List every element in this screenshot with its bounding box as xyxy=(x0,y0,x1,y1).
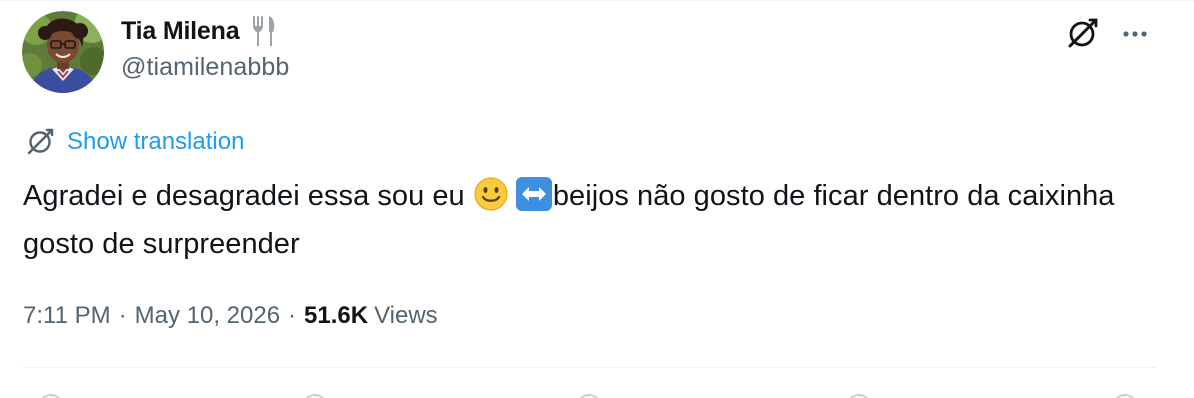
avatar[interactable] xyxy=(22,11,104,93)
tweet-meta: 7:11 PM · May 10, 2026 · 51.6K Views xyxy=(23,298,438,334)
tweet-text: Agradei e desagradei essa sou eu beijos … xyxy=(23,172,1163,268)
tweet-text-part-1: Agradei e desagradei essa sou eu xyxy=(23,180,473,212)
divider xyxy=(23,367,1156,368)
top-divider xyxy=(0,0,1194,1)
meta-separator: · xyxy=(288,302,297,329)
repost-icon[interactable] xyxy=(302,394,328,398)
left-right-arrow-icon xyxy=(515,176,553,212)
meta-separator: · xyxy=(118,302,127,329)
action-bar xyxy=(0,386,1194,398)
avatar-image xyxy=(22,11,104,93)
tweet-detail: Tia Milena @tiamilenabbb Show translatio… xyxy=(0,0,1194,398)
slightly-smiling-face-icon xyxy=(473,176,509,212)
display-name[interactable]: Tia Milena xyxy=(121,17,240,46)
more-horizontal-icon xyxy=(1123,31,1147,37)
translation-icon xyxy=(27,128,54,155)
tweet-date[interactable]: May 10, 2026 xyxy=(135,302,280,330)
show-translation-label[interactable]: Show translation xyxy=(67,128,244,156)
more-options-button[interactable] xyxy=(1115,14,1155,54)
reply-icon[interactable] xyxy=(38,394,64,398)
views-count[interactable]: 51.6K xyxy=(304,302,368,330)
tweet-time[interactable]: 7:11 PM xyxy=(23,302,111,330)
grok-button[interactable] xyxy=(1062,14,1102,54)
bookmark-icon[interactable] xyxy=(846,394,872,398)
fork-and-knife-icon xyxy=(253,16,275,46)
like-icon[interactable] xyxy=(576,394,602,398)
author-name-row[interactable]: Tia Milena xyxy=(121,13,277,49)
grok-icon xyxy=(1068,18,1098,48)
views-label[interactable]: Views xyxy=(374,302,438,330)
author-handle[interactable]: @tiamilenabbb xyxy=(121,53,289,82)
show-translation-button[interactable]: Show translation xyxy=(24,124,244,160)
share-icon[interactable] xyxy=(1112,394,1138,398)
